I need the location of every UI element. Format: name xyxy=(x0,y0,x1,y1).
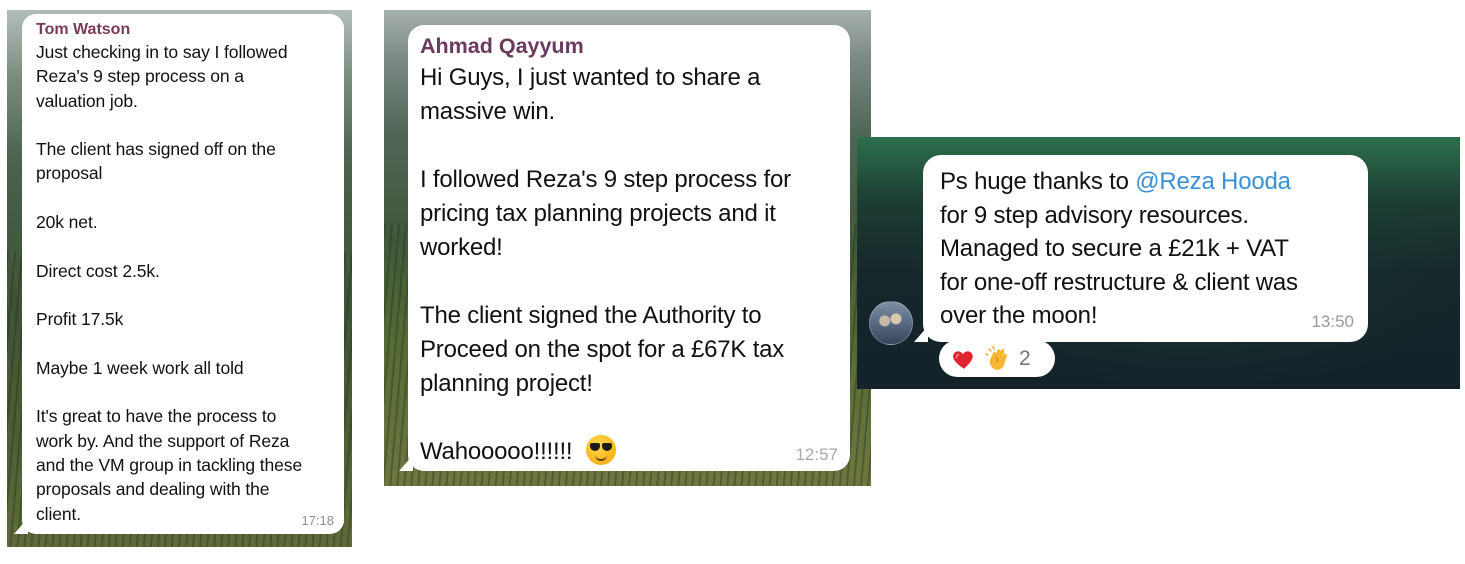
message-bubble-thanks[interactable]: Ps huge thanks to @Reza Hooda for 9 step… xyxy=(914,155,1368,342)
message-line: Proceed on the spot for a £67K tax xyxy=(420,336,785,363)
message-line: and the VM group in tackling these xyxy=(36,455,303,476)
message-line: Reza's 9 step process on a xyxy=(36,66,244,87)
message-line: pricing tax planning projects and it xyxy=(420,200,776,227)
message-body: Just checking in to say I followed Reza'… xyxy=(36,40,334,526)
clapping-hands-icon[interactable] xyxy=(985,345,1013,373)
message-line: It's great to have the process to xyxy=(36,406,277,427)
message-line: The client signed the Authority to xyxy=(420,302,762,329)
message-line: Direct cost 2.5k. xyxy=(36,260,160,281)
heart-icon[interactable] xyxy=(951,346,977,372)
message-line: valuation job. xyxy=(36,90,138,111)
message-line: worked! xyxy=(420,234,503,261)
message-line: for 9 step advisory resources. xyxy=(940,201,1249,229)
message-body: Hi Guys, I just wanted to share a massiv… xyxy=(420,61,836,469)
mention-link[interactable]: @Reza Hooda xyxy=(1135,168,1291,195)
message-timestamp: 13:50 xyxy=(1311,312,1354,331)
message-line: Just checking in to say I followed xyxy=(36,42,288,62)
reaction-count: 2 xyxy=(1019,346,1031,370)
reactions-bar[interactable]: 2 xyxy=(939,340,1055,377)
message-line: 20k net. xyxy=(36,212,98,233)
sender-name[interactable]: Ahmad Qayyum xyxy=(420,31,836,61)
message-text: Wahooooo!!!!!! xyxy=(420,438,573,465)
message-timestamp: 17:18 xyxy=(301,513,334,528)
message-line: client. xyxy=(36,503,82,524)
message-line: proposals and dealing with the xyxy=(36,479,270,500)
message-text: Ps huge thanks to xyxy=(940,168,1136,195)
sender-name[interactable]: Tom Watson xyxy=(36,20,334,40)
message-line: planning project! xyxy=(420,370,593,397)
sunglasses-emoji-icon xyxy=(586,434,617,465)
message-line: proposal xyxy=(36,163,103,184)
message-line: for one-off restructure & client was xyxy=(940,268,1298,296)
message-line: I followed Reza's 9 step process for xyxy=(420,166,791,193)
message-line: Hi Guys, I just wanted to share a xyxy=(420,64,761,91)
message-line: Managed to secure a £21k + VAT xyxy=(940,235,1289,262)
message-line: The client has signed off on the xyxy=(36,139,276,160)
message-line: over the moon! xyxy=(940,302,1098,329)
avatar[interactable] xyxy=(869,301,913,345)
message-bubble-tom-watson[interactable]: Tom Watson Just checking in to say I fol… xyxy=(14,14,344,534)
message-line: Profit 17.5k xyxy=(36,309,124,330)
message-line: Maybe 1 week work all told xyxy=(36,357,244,378)
message-body: Ps huge thanks to @Reza Hooda for 9 step… xyxy=(940,165,1354,333)
message-timestamp: 12:57 xyxy=(795,445,838,464)
message-line: Ps huge thanks to @Reza Hooda xyxy=(940,165,1354,199)
message-line: massive win. xyxy=(420,98,555,125)
message-line: work by. And the support of Reza xyxy=(36,430,290,451)
message-bubble-ahmad-qayyum[interactable]: Ahmad Qayyum Hi Guys, I just wanted to s… xyxy=(399,25,850,471)
message-line-with-emoji: Wahooooo!!!!!! xyxy=(420,434,836,469)
